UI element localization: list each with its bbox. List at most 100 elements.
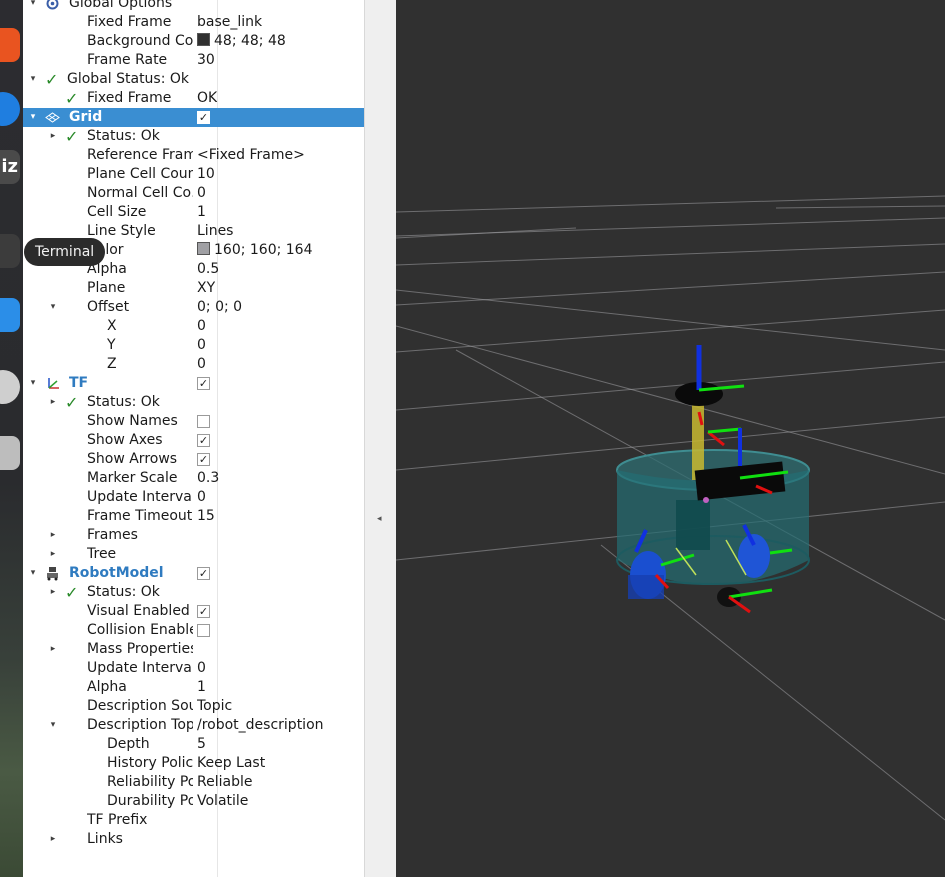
tree-row-fixed-frame[interactable]: ✓ Fixed Frame OK bbox=[23, 89, 364, 108]
property-value-cell[interactable]: OK bbox=[197, 89, 217, 108]
property-value[interactable]: 0; 0; 0 bbox=[197, 299, 242, 315]
property-value[interactable]: Lines bbox=[197, 223, 233, 239]
property-value[interactable]: Topic bbox=[197, 698, 232, 714]
property-value[interactable]: Keep Last bbox=[197, 755, 265, 771]
enable-checkbox[interactable]: ✓ bbox=[197, 453, 210, 466]
tree-row-show-arrows[interactable]: Show Arrows ✓ bbox=[23, 450, 364, 469]
tree-row-durability-po[interactable]: Durability Po…Volatile bbox=[23, 792, 364, 811]
expand-arrow-closed-icon[interactable]: ▸ bbox=[47, 545, 59, 564]
property-value-cell[interactable]: 160; 160; 164 bbox=[197, 241, 313, 260]
tree-row-tf[interactable]: ▾ TF ✓ bbox=[23, 374, 364, 393]
color-swatch[interactable] bbox=[197, 242, 210, 255]
property-value-cell[interactable]: 0 bbox=[197, 317, 206, 336]
property-value[interactable]: 0 bbox=[197, 489, 206, 505]
tree-row-mass-properties[interactable]: ▸ Mass Properties bbox=[23, 640, 364, 659]
tree-row-collision-enabled[interactable]: Collision Enabled bbox=[23, 621, 364, 640]
tree-row-plane[interactable]: Plane XY bbox=[23, 279, 364, 298]
expand-arrow-closed-icon[interactable]: ▸ bbox=[47, 830, 59, 849]
collapse-arrow-icon[interactable]: ◂ bbox=[377, 514, 382, 524]
property-value[interactable]: 0 bbox=[197, 337, 206, 353]
tree-row-cell-size[interactable]: Cell Size 1 bbox=[23, 203, 364, 222]
property-value-cell[interactable]: 0 bbox=[197, 488, 206, 507]
tree-row-frame-rate[interactable]: Frame Rate 30 bbox=[23, 51, 364, 70]
property-value-cell[interactable]: base_link bbox=[197, 13, 262, 32]
property-value-cell[interactable]: 0 bbox=[197, 336, 206, 355]
property-value[interactable]: Reliable bbox=[197, 774, 252, 790]
thunderbird-icon[interactable] bbox=[0, 92, 20, 126]
terminal-icon[interactable] bbox=[0, 234, 20, 268]
property-value-cell[interactable]: <Fixed Frame> bbox=[197, 146, 305, 165]
color-swatch[interactable] bbox=[197, 33, 210, 46]
property-value[interactable]: 0.3 bbox=[197, 470, 219, 486]
vscode-icon[interactable] bbox=[0, 298, 20, 332]
property-value[interactable]: 1 bbox=[197, 204, 206, 220]
tree-row-z[interactable]: Z0 bbox=[23, 355, 364, 374]
property-value[interactable]: 10 bbox=[197, 166, 215, 182]
tree-row-tree[interactable]: ▸ Tree bbox=[23, 545, 364, 564]
expand-arrow-open-icon[interactable]: ▾ bbox=[27, 108, 39, 127]
tree-row-description-topic[interactable]: ▾ Description Topic/robot_description bbox=[23, 716, 364, 735]
property-value-cell[interactable]: 5 bbox=[197, 735, 206, 754]
render-canvas[interactable] bbox=[396, 0, 945, 877]
property-value-cell[interactable]: 0.3 bbox=[197, 469, 219, 488]
displays-property-tree[interactable]: ▾ Global Options Fixed Frame base_link Backg… bbox=[23, 0, 364, 877]
property-value-cell[interactable]: 0.5 bbox=[197, 260, 219, 279]
expand-arrow-closed-icon[interactable]: ▸ bbox=[47, 583, 59, 602]
expand-arrow-closed-icon[interactable]: ▸ bbox=[47, 393, 59, 412]
expand-arrow-closed-icon[interactable]: ▸ bbox=[47, 127, 59, 146]
tree-row-reliability-po[interactable]: Reliability Po…Reliable bbox=[23, 773, 364, 792]
tree-row-fixed-frame[interactable]: Fixed Frame base_link bbox=[23, 13, 364, 32]
enable-checkbox[interactable]: ✓ bbox=[197, 567, 210, 580]
property-value[interactable]: <Fixed Frame> bbox=[197, 147, 305, 163]
tree-row-alpha[interactable]: Alpha 1 bbox=[23, 678, 364, 697]
enable-checkbox[interactable] bbox=[197, 415, 210, 428]
property-value-cell[interactable]: Volatile bbox=[197, 792, 248, 811]
enable-checkbox[interactable]: ✓ bbox=[197, 111, 210, 124]
expand-arrow-open-icon[interactable]: ▾ bbox=[27, 0, 39, 13]
property-value[interactable]: 5 bbox=[197, 736, 206, 752]
property-value[interactable]: 30 bbox=[197, 52, 215, 68]
tree-row-global-options[interactable]: ▾ Global Options bbox=[23, 0, 364, 13]
tree-row-background-color[interactable]: Background Color 48; 48; 48 bbox=[23, 32, 364, 51]
tree-row-update-interval[interactable]: Update Interval 0 bbox=[23, 659, 364, 678]
tree-row-offset[interactable]: ▾ Offset 0; 0; 0 bbox=[23, 298, 364, 317]
panel-splitter[interactable]: ◂ bbox=[364, 0, 397, 877]
enable-checkbox[interactable]: ✓ bbox=[197, 605, 210, 618]
enable-checkbox[interactable]: ✓ bbox=[197, 434, 210, 447]
property-value-cell[interactable]: Lines bbox=[197, 222, 233, 241]
property-value-cell[interactable]: 10 bbox=[197, 165, 215, 184]
tree-row-visual-enabled[interactable]: Visual Enabled ✓ bbox=[23, 602, 364, 621]
property-value-cell[interactable]: Keep Last bbox=[197, 754, 265, 773]
tree-row-update-interval[interactable]: Update Interval 0 bbox=[23, 488, 364, 507]
tree-row-x[interactable]: X0 bbox=[23, 317, 364, 336]
property-value-cell[interactable]: XY bbox=[197, 279, 215, 298]
property-value[interactable]: 0 bbox=[197, 318, 206, 334]
property-value[interactable]: 48; 48; 48 bbox=[214, 33, 286, 49]
property-value[interactable]: /robot_description bbox=[197, 717, 324, 733]
property-value-cell[interactable]: 1 bbox=[197, 203, 206, 222]
property-value[interactable]: 0.5 bbox=[197, 261, 219, 277]
app-center-icon[interactable] bbox=[0, 28, 20, 62]
property-value[interactable]: OK bbox=[197, 90, 217, 106]
property-value-cell[interactable]: Topic bbox=[197, 697, 232, 716]
property-value-cell[interactable]: 0 bbox=[197, 659, 206, 678]
3d-render-view[interactable] bbox=[396, 0, 945, 877]
tree-row-links[interactable]: ▸ Links bbox=[23, 830, 364, 849]
property-value[interactable]: 15 bbox=[197, 508, 215, 524]
expand-arrow-open-icon[interactable]: ▾ bbox=[27, 374, 39, 393]
expand-arrow-open-icon[interactable]: ▾ bbox=[47, 298, 59, 317]
tree-row-y[interactable]: Y0 bbox=[23, 336, 364, 355]
property-value-cell[interactable]: Reliable bbox=[197, 773, 252, 792]
property-value[interactable]: base_link bbox=[197, 14, 262, 30]
expand-arrow-open-icon[interactable]: ▾ bbox=[27, 564, 39, 583]
tree-row-normal-cell-co[interactable]: Normal Cell Co…0 bbox=[23, 184, 364, 203]
enable-checkbox[interactable]: ✓ bbox=[197, 377, 210, 390]
tree-row-marker-scale[interactable]: Marker Scale 0.3 bbox=[23, 469, 364, 488]
tree-row-frame-timeout[interactable]: Frame Timeout 15 bbox=[23, 507, 364, 526]
property-value-cell[interactable]: 48; 48; 48 bbox=[197, 32, 286, 51]
property-value-cell[interactable]: /robot_description bbox=[197, 716, 324, 735]
tree-row-grid[interactable]: ▾ Grid ✓ bbox=[23, 108, 364, 127]
tree-row-show-axes[interactable]: Show Axes ✓ bbox=[23, 431, 364, 450]
property-value-cell[interactable]: 0 bbox=[197, 355, 206, 374]
tree-row-plane-cell-count[interactable]: Plane Cell Count 10 bbox=[23, 165, 364, 184]
